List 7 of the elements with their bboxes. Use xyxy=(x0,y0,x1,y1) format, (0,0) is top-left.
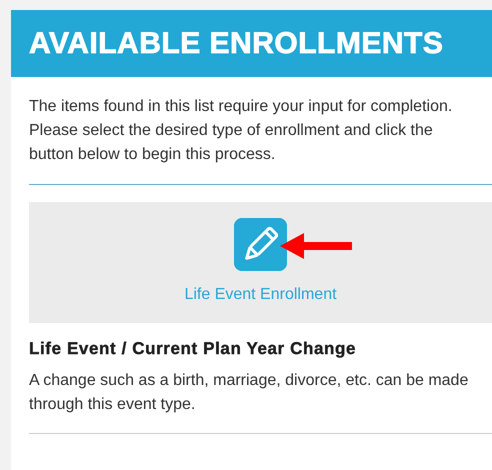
intro-text: The items found in this list require your input for completion. Please select the desired type of enrollment and click the button below to begin this process. xyxy=(29,97,454,165)
pencil-icon xyxy=(234,218,287,271)
option-description: A change such as a birth, marriage, divorce, etc. can be made through this event type. xyxy=(29,371,470,415)
enrollment-link[interactable]: Life Event Enrollment xyxy=(184,286,337,304)
page-title: AVAILABLE ENROLLMENTS xyxy=(29,26,444,60)
enrollment-button[interactable] xyxy=(234,218,287,271)
option-heading: Life Event / Current Plan Year Change xyxy=(29,339,358,359)
